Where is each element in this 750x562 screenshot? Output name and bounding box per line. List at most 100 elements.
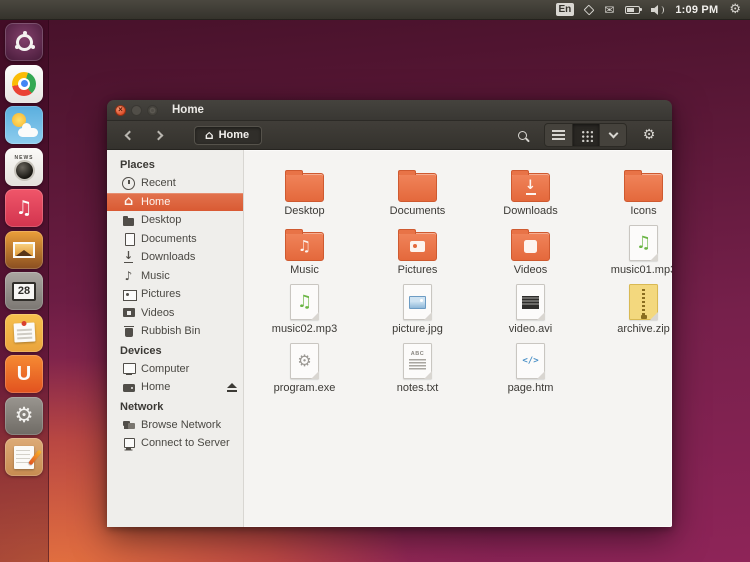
file-item-music02[interactable]: ♫music02.mp3 <box>248 284 361 343</box>
launcher-chrome[interactable] <box>5 65 43 103</box>
battery-icon[interactable] <box>625 6 640 14</box>
desktop: En ✉ 1:09 PM ⚙ NEWS ♫ 28 U ⚙ × Home <box>0 0 750 562</box>
folder-pictures-icon <box>398 232 437 261</box>
clock-icon <box>122 177 135 190</box>
network-indicator-icon[interactable] <box>584 4 595 15</box>
sidebar-item-documents[interactable]: Documents <box>107 230 243 249</box>
file-item-music01[interactable]: ♫music01.mp3 <box>587 225 672 284</box>
sidebar-item-home-device[interactable]: Home <box>107 378 243 397</box>
view-options-button[interactable] <box>599 124 626 146</box>
launcher-music[interactable]: ♫ <box>5 189 43 227</box>
places-sidebar: Places Recent ⌂Home Desktop Documents ↓D… <box>107 150 244 527</box>
chrome-icon <box>12 72 36 96</box>
launcher-text-editor[interactable] <box>5 438 43 476</box>
file-item-documents[interactable]: Documents <box>361 166 474 225</box>
sidebar-item-pictures[interactable]: Pictures <box>107 285 243 304</box>
file-manager-window: × Home ⌂ Home ⚙ Plac <box>107 100 672 527</box>
text-editor-icon <box>14 446 34 469</box>
close-button[interactable]: × <box>115 105 126 116</box>
launcher-ubuntu-one[interactable]: U <box>5 355 43 393</box>
file-item-desktop[interactable]: Desktop <box>248 166 361 225</box>
sidebar-item-computer[interactable]: Computer <box>107 360 243 379</box>
back-button[interactable] <box>116 124 140 146</box>
document-icon <box>122 232 135 245</box>
video-icon <box>122 306 135 319</box>
folder-music-icon: ♫ <box>285 232 324 261</box>
home-icon: ⌂ <box>205 129 214 141</box>
window-menu-button[interactable]: ⚙ <box>635 124 663 147</box>
home-icon: ⌂ <box>122 195 135 208</box>
location-label: Home <box>219 129 250 141</box>
view-switcher <box>544 123 627 147</box>
window-title: Home <box>172 104 204 116</box>
list-view-icon <box>552 130 565 140</box>
grid-view-icon <box>580 129 593 142</box>
cloud-icon <box>18 128 38 137</box>
launcher-notes[interactable] <box>5 314 43 352</box>
sidebar-item-desktop[interactable]: Desktop <box>107 211 243 230</box>
file-item-icons[interactable]: Icons <box>587 166 672 225</box>
messages-icon[interactable]: ✉ <box>604 4 614 16</box>
launcher-ubuntu-dash[interactable] <box>5 23 43 61</box>
sidebar-item-recent[interactable]: Recent <box>107 174 243 193</box>
sidebar-section-places: Places <box>107 155 243 174</box>
search-icon <box>518 131 527 140</box>
launcher-calendar[interactable]: 28 <box>5 272 43 310</box>
launcher-news[interactable]: NEWS <box>5 148 43 186</box>
chevron-left-icon <box>125 130 135 140</box>
gear-icon: ⚙ <box>15 405 34 426</box>
folder-icon <box>122 214 135 227</box>
file-item-pictures[interactable]: Pictures <box>361 225 474 284</box>
text-file-icon: ABC <box>403 343 432 379</box>
grid-view-button[interactable] <box>572 124 599 146</box>
picture-icon <box>122 288 135 301</box>
clock[interactable]: 1:09 PM <box>675 4 718 16</box>
search-button[interactable] <box>508 124 536 147</box>
sidebar-item-home[interactable]: ⌂Home <box>107 193 243 212</box>
sidebar-item-connect-to-server[interactable]: Connect to Server <box>107 434 243 453</box>
sidebar-item-downloads[interactable]: ↓Downloads <box>107 248 243 267</box>
launcher-weather[interactable] <box>5 106 43 144</box>
launcher-photos[interactable] <box>5 231 43 269</box>
music-note-icon: ♪ <box>122 269 135 282</box>
minimize-button[interactable] <box>131 105 142 116</box>
folder-download-icon: ↓ <box>511 173 550 202</box>
gear-icon: ⚙ <box>643 128 656 142</box>
sidebar-item-browse-network[interactable]: Browse Network <box>107 416 243 435</box>
file-item-videos[interactable]: Videos <box>474 225 587 284</box>
forward-button[interactable] <box>148 124 172 146</box>
window-toolbar: ⌂ Home ⚙ <box>107 121 672 150</box>
session-gear-icon[interactable]: ⚙ <box>729 3 741 16</box>
file-item-video-avi[interactable]: video.avi <box>474 284 587 343</box>
launcher-system-settings[interactable]: ⚙ <box>5 397 43 435</box>
file-view: Desktop Documents ↓Downloads Icons ♫Musi… <box>244 150 672 527</box>
audio-file-icon: ♫ <box>290 284 319 320</box>
window-titlebar[interactable]: × Home <box>107 100 672 121</box>
executable-file-icon: ⚙ <box>290 343 319 379</box>
archive-file-icon <box>629 284 658 320</box>
sidebar-item-music[interactable]: ♪Music <box>107 267 243 286</box>
maximize-button[interactable] <box>147 105 158 116</box>
calendar-icon: 28 <box>12 282 36 301</box>
sidebar-section-network: Network <box>107 397 243 416</box>
file-item-picture-jpg[interactable]: picture.jpg <box>361 284 474 343</box>
eject-icon[interactable] <box>226 383 237 392</box>
file-item-program-exe[interactable]: ⚙program.exe <box>248 343 361 402</box>
volume-icon[interactable] <box>651 4 664 15</box>
image-file-icon <box>403 284 432 320</box>
file-item-music[interactable]: ♫Music <box>248 225 361 284</box>
keyboard-indicator[interactable]: En <box>556 3 575 16</box>
sidebar-item-videos[interactable]: Videos <box>107 304 243 323</box>
file-item-archive-zip[interactable]: archive.zip <box>587 284 672 343</box>
unity-launcher: NEWS ♫ 28 U ⚙ <box>0 20 49 562</box>
server-icon <box>122 437 135 450</box>
news-label: NEWS <box>15 155 34 161</box>
chevron-right-icon <box>154 130 164 140</box>
file-item-downloads[interactable]: ↓Downloads <box>474 166 587 225</box>
file-item-page-htm[interactable]: </>page.htm <box>474 343 587 402</box>
file-item-notes-txt[interactable]: ABCnotes.txt <box>361 343 474 402</box>
location-breadcrumb[interactable]: ⌂ Home <box>194 126 262 145</box>
ubuntu-logo-icon <box>16 34 33 51</box>
sidebar-item-rubbish-bin[interactable]: Rubbish Bin <box>107 322 243 341</box>
list-view-button[interactable] <box>545 124 572 146</box>
